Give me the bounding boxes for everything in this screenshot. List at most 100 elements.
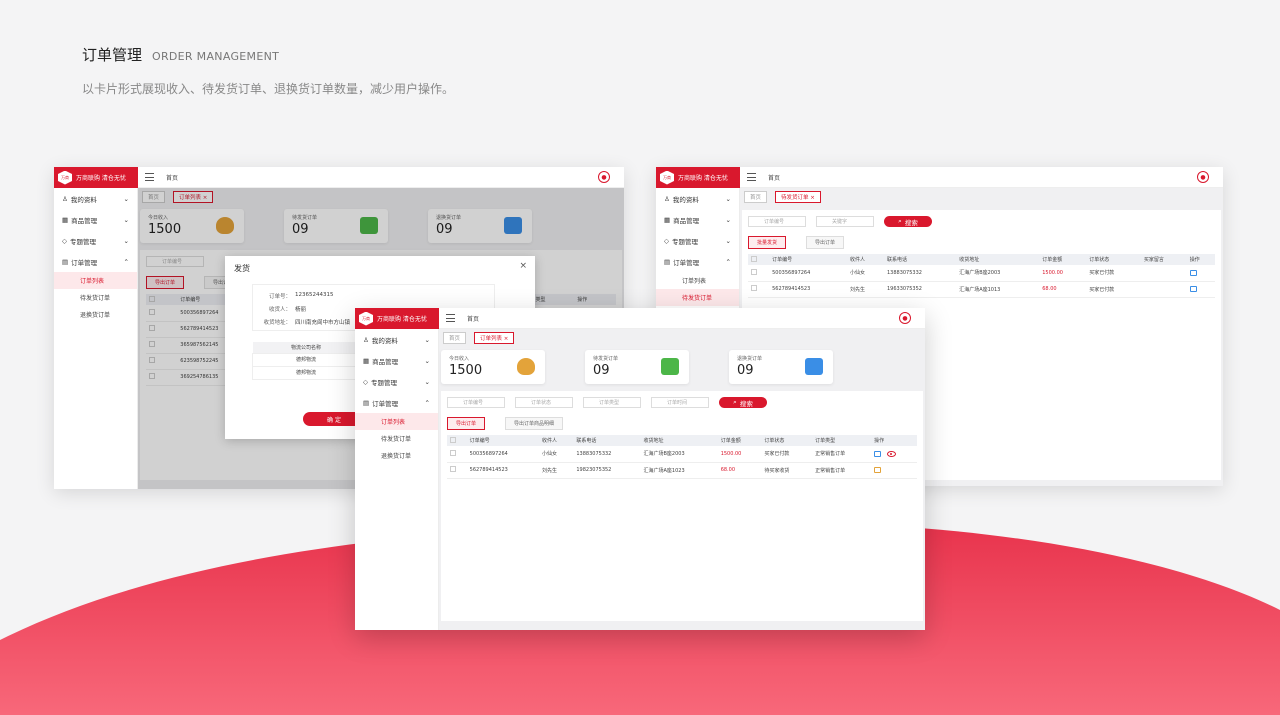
row-checkbox[interactable] [450, 449, 456, 456]
sidebar-item-topic[interactable]: ◇ 专题管理 ⌄ [54, 230, 137, 251]
cell-address: 汇海广场B座2003 [956, 265, 1040, 282]
user-avatar-icon[interactable]: ● [1197, 171, 1209, 183]
card-pending[interactable]: 待发货订单 09 [585, 350, 689, 384]
batch-ship-button[interactable]: 批量发货 [748, 236, 787, 249]
return-box-icon [805, 358, 823, 375]
money-bag-icon [517, 358, 535, 375]
ship-icon[interactable] [874, 450, 882, 457]
cell-status: 待买家收货 [761, 462, 813, 479]
export-items-button[interactable]: 导出订单商品明细 [505, 417, 564, 430]
table-header: 收件人 [846, 254, 884, 265]
sidebar: ♙ 我的资料 ⌄ ▦ 商品管理 ⌄ ◇ 专题管理 ⌄ ▤ 订单管理 ⌃ 订单列表 待发货订单 退… [54, 188, 138, 489]
sidebar-sub-order-list[interactable]: 订单列表 [355, 413, 438, 430]
table-header: 联系电话 [883, 254, 957, 265]
cell-name: 刘先生 [538, 462, 574, 479]
select-all-checkbox[interactable] [751, 255, 757, 262]
field-value: 四川南充阆中市方山镇 [295, 320, 351, 326]
grid-icon: ▦ [62, 215, 69, 224]
logistics-select[interactable]: 德邦物流 [252, 365, 360, 380]
sidebar-item-profile[interactable]: ♙ 我的资料 ⌄ [656, 188, 739, 209]
section-subtitle: 以卡片形式展现收入、待发货订单、退换货订单数量，减少用户操作。 [82, 82, 455, 96]
order-time-input[interactable]: 订单时间 [651, 397, 709, 408]
tab-pending[interactable]: 待发货订单 × [775, 191, 821, 203]
sidebar-item-profile[interactable]: ♙ 我的资料 ⌄ [54, 188, 137, 209]
edit-icon[interactable] [874, 466, 882, 473]
cell-amount: 1500.00 [717, 446, 762, 463]
sidebar-item-profile[interactable]: ♙ 我的资料 ⌄ [355, 329, 438, 350]
logo-badge-icon: 万商 [58, 170, 72, 185]
table-header: 操作 [871, 435, 917, 446]
sidebar-item-goods[interactable]: ▦ 商品管理 ⌄ [355, 350, 438, 371]
sidebar-item-orders[interactable]: ▤ 订单管理 ⌃ [656, 251, 739, 272]
export-button[interactable]: 导出订单 [447, 417, 486, 430]
breadcrumb-home[interactable]: 首页 [768, 173, 780, 182]
sidebar-sub-order-list[interactable]: 订单列表 [54, 272, 137, 289]
sidebar-item-label: 商品管理 [71, 216, 98, 225]
cell-amount: 68.00 [717, 462, 762, 479]
keyword-input[interactable]: 关键字 [816, 216, 874, 227]
close-icon[interactable]: × [519, 261, 527, 271]
user-icon: ♙ [363, 335, 369, 344]
cell-name: 小仙女 [538, 446, 574, 463]
field-value: 12365244315 [295, 292, 334, 298]
top-bar: 万商 万商联购 清仓无忧 首页 ● [54, 167, 624, 188]
logo-badge-icon: 万商 [359, 311, 373, 326]
logistics-select[interactable]: 德邦物流 [252, 352, 360, 367]
card-income[interactable]: 今日收入 1500 [441, 350, 545, 384]
card-value: 1500 [449, 363, 483, 378]
breadcrumb-home[interactable]: 首页 [166, 173, 178, 182]
search-button[interactable]: ⌕ 搜索 [719, 397, 767, 408]
order-no-input[interactable]: 订单编号 [748, 216, 806, 227]
sidebar-item-label: 专题管理 [70, 237, 96, 246]
table-row[interactable]: 500356897264 小仙女 13883075332 汇海广场B座2003 1500… [748, 265, 1215, 282]
user-avatar-icon[interactable]: ● [598, 171, 610, 183]
cell-phone: 19633075352 [883, 281, 957, 298]
hamburger-menu-icon[interactable] [747, 173, 756, 181]
hamburger-menu-icon[interactable] [446, 314, 455, 322]
table-header: 收货地址 [640, 435, 718, 446]
table-row[interactable]: 500356897264 小仙女 13883075332 汇海广场B座2003 1500… [447, 446, 917, 463]
ship-icon[interactable] [1189, 285, 1197, 292]
sidebar-item-orders[interactable]: ▤ 订单管理 ⌃ [355, 392, 438, 413]
order-status-select[interactable]: 订单状态 [515, 397, 573, 408]
sidebar-sub-returns[interactable]: 退换货订单 [54, 306, 137, 323]
sidebar-item-label: 我的资料 [70, 195, 97, 204]
card-returns[interactable]: 退换货订单 09 [729, 350, 833, 384]
select-all-checkbox[interactable] [450, 436, 456, 443]
table-header: 订单状态 [761, 435, 813, 446]
search-icon: ⌕ [898, 217, 902, 225]
export-button[interactable]: 导出订单 [806, 236, 845, 249]
tab-home[interactable]: 首页 [744, 191, 768, 203]
view-eye-icon[interactable] [887, 450, 897, 457]
sidebar-sub-pending[interactable]: 待发货订单 [656, 289, 739, 306]
field-label: 收货地址： [263, 320, 291, 326]
tag-icon: ◇ [62, 236, 67, 245]
row-checkbox[interactable] [751, 285, 757, 291]
document-icon: ▤ [363, 398, 370, 407]
breadcrumb-home[interactable]: 首页 [467, 314, 479, 323]
sidebar-sub-returns[interactable]: 退换货订单 [355, 447, 438, 464]
sidebar-sub-pending[interactable]: 待发货订单 [355, 430, 438, 447]
table-row[interactable]: 562789414523 刘先生 19633075352 汇海广场A座1013 68.0… [748, 281, 1215, 298]
tab-order-list[interactable]: 订单列表 × [474, 332, 515, 344]
order-type-select[interactable]: 订单类型 [583, 397, 641, 408]
order-no-input[interactable]: 订单编号 [447, 397, 505, 408]
sidebar-sub-pending[interactable]: 待发货订单 [54, 289, 137, 306]
sidebar-item-orders[interactable]: ▤ 订单管理 ⌃ [54, 251, 137, 272]
user-avatar-icon[interactable]: ● [899, 312, 911, 324]
search-button[interactable]: ⌕ 搜索 [884, 216, 932, 227]
sidebar-item-goods[interactable]: ▦ 商品管理 ⌄ [656, 209, 739, 230]
table-row[interactable]: 562789414523 刘先生 19823075352 汇海广场A座1023 68.0… [447, 462, 917, 479]
grid-icon: ▦ [664, 215, 671, 224]
sidebar-item-topic[interactable]: ◇ 专题管理 ⌄ [355, 371, 438, 392]
sidebar-sub-order-list[interactable]: 订单列表 [656, 272, 739, 289]
chevron-down-icon: ⌄ [424, 377, 430, 386]
row-checkbox[interactable] [450, 466, 456, 472]
hamburger-menu-icon[interactable] [145, 173, 154, 181]
sidebar-item-goods[interactable]: ▦ 商品管理 ⌄ [54, 209, 137, 230]
sidebar-item-topic[interactable]: ◇ 专题管理 ⌄ [656, 230, 739, 251]
dialog-title: 发货 [234, 264, 250, 273]
ship-icon[interactable] [1189, 269, 1197, 276]
row-checkbox[interactable] [751, 268, 757, 275]
tab-home[interactable]: 首页 [443, 332, 467, 344]
